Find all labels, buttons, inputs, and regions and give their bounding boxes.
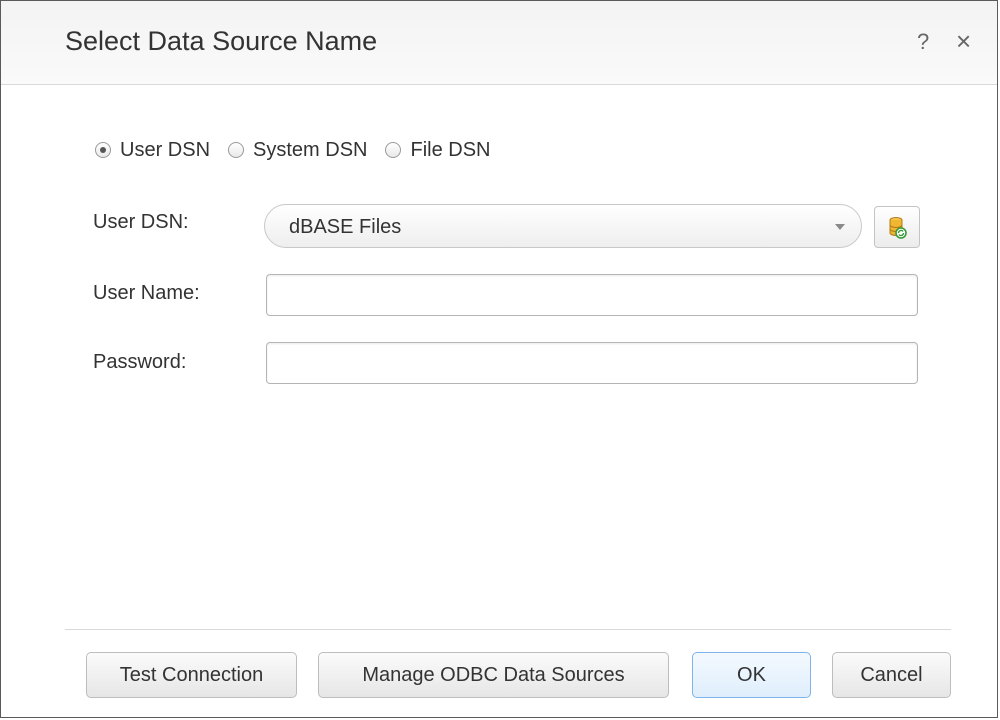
password-label: Password: <box>93 351 187 373</box>
radio-label-system-dsn: System DSN <box>253 138 368 161</box>
manage-odbc-button[interactable]: Manage ODBC Data Sources <box>318 652 669 698</box>
user-dsn-select[interactable]: dBASE Files <box>264 204 862 248</box>
user-dsn-selected-value: dBASE Files <box>289 216 402 238</box>
dialog-titlebar: Select Data Source Name ? × <box>1 1 997 85</box>
radio-system-dsn[interactable]: System DSN <box>228 139 367 162</box>
footer-divider <box>65 629 951 630</box>
radio-label-file-dsn: File DSN <box>410 138 491 161</box>
user-name-input[interactable] <box>266 274 918 316</box>
dsn-type-radio-group: User DSN System DSN File DSN <box>95 135 509 165</box>
radio-user-dsn[interactable]: User DSN <box>95 139 210 162</box>
user-dsn-label: User DSN: <box>93 211 189 233</box>
user-name-label: User Name: <box>93 282 200 304</box>
radio-button-user-dsn[interactable] <box>95 142 111 158</box>
cancel-button[interactable]: Cancel <box>832 652 951 698</box>
password-input[interactable] <box>266 342 918 384</box>
radio-button-file-dsn[interactable] <box>385 142 402 158</box>
refresh-dsn-button[interactable] <box>874 206 920 248</box>
test-connection-button[interactable]: Test Connection <box>86 652 297 698</box>
radio-file-dsn[interactable]: File DSN <box>385 138 491 162</box>
ok-button[interactable]: OK <box>692 652 811 698</box>
database-refresh-icon <box>889 217 907 239</box>
radio-button-system-dsn[interactable] <box>228 142 245 158</box>
radio-label-user-dsn: User DSN <box>120 138 211 161</box>
select-dsn-dialog: Select Data Source Name ? × User DSN Sys… <box>0 0 998 718</box>
close-icon[interactable]: × <box>956 26 971 57</box>
dialog-title: Select Data Source Name <box>65 26 378 56</box>
help-icon[interactable]: ? <box>917 29 929 55</box>
chevron-down-icon[interactable] <box>835 224 845 230</box>
